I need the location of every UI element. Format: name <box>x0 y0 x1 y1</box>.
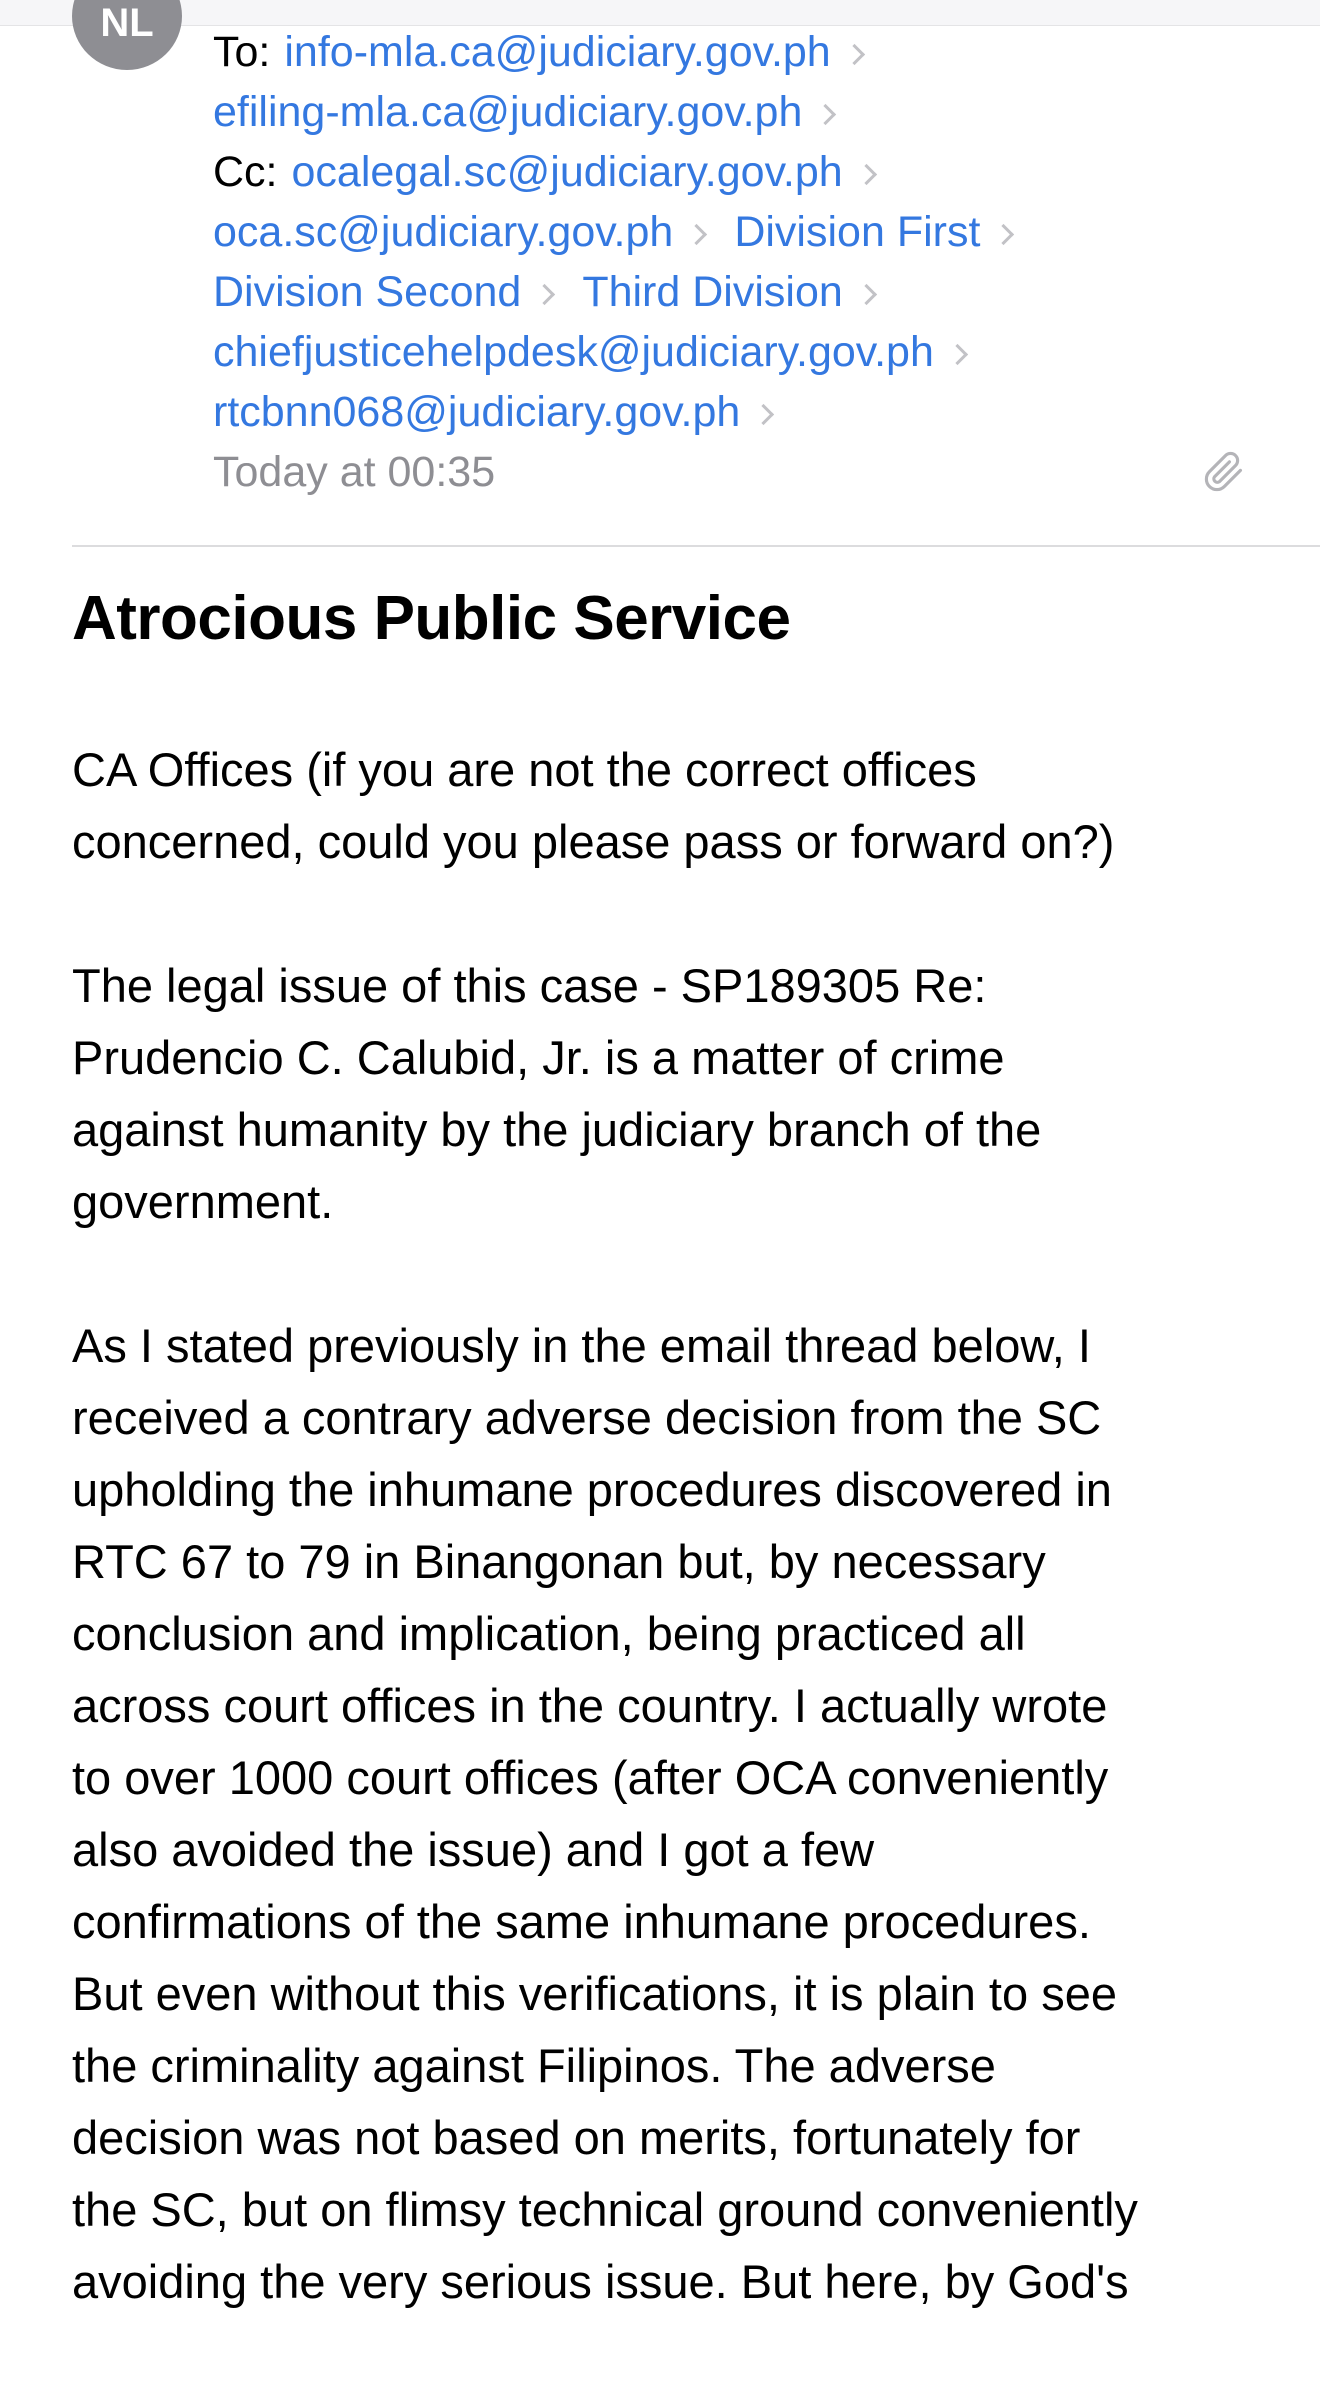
recipient-cc-3[interactable]: Division First <box>734 208 980 256</box>
recipient-cc-1[interactable]: ocalegal.sc@judiciary.gov.ph <box>292 148 843 196</box>
body-line: upholding the inhumane procedures discov… <box>72 1463 1112 1516</box>
recipient-cc-7[interactable]: rtcbnn068@judiciary.gov.ph <box>213 388 740 436</box>
recipient-line: To: info-mla.ca@judiciary.gov.ph <box>213 22 1273 82</box>
body-line: to over 1000 court offices (after OCA co… <box>72 1751 1109 1804</box>
chevron-right-icon[interactable] <box>843 43 865 66</box>
chevron-right-icon[interactable] <box>993 223 1015 246</box>
message-subject: Atrocious Public Service <box>72 584 791 653</box>
recipient-line: chiefjusticehelpdesk@judiciary.gov.ph <box>213 322 1273 382</box>
body-line: avoiding the very serious issue. But her… <box>72 2255 1129 2308</box>
body-paragraph: As I stated previously in the email thre… <box>72 1310 1282 2318</box>
cc-label: Cc: <box>213 148 278 196</box>
message-date: Today at 00:35 <box>213 448 496 496</box>
body-line: across court offices in the country. I a… <box>72 1679 1108 1732</box>
body-line: confirmations of the same inhumane proce… <box>72 1895 1091 1948</box>
body-line: As I stated previously in the email thre… <box>72 1319 1091 1372</box>
avatar-initials: NL <box>100 1 154 45</box>
recipient-cc-4[interactable]: Division Second <box>213 268 521 316</box>
body-line: concerned, could you please pass or forw… <box>72 815 1115 868</box>
body-line: But even without this verifications, it … <box>72 1967 1117 2020</box>
recipient-to-2[interactable]: efiling-mla.ca@judiciary.gov.ph <box>213 88 802 136</box>
body-line: against humanity by the judiciary branch… <box>72 1103 1042 1156</box>
body-line: received a contrary adverse decision fro… <box>72 1391 1102 1444</box>
chevron-right-icon[interactable] <box>815 103 837 126</box>
body-paragraph: The legal issue of this case - SP189305 … <box>72 950 1282 1238</box>
body-line: CA Offices (if you are not the correct o… <box>72 743 977 796</box>
body-line: RTC 67 to 79 in Binangonan but, by neces… <box>72 1535 1046 1588</box>
body-line: the SC, but on flimsy technical ground c… <box>72 2183 1138 2236</box>
body-line: Prudencio C. Calubid, Jr. is a matter of… <box>72 1031 1005 1084</box>
body-line: The legal issue of this case - SP189305 … <box>72 959 987 1012</box>
recipient-cc-5[interactable]: Third Division <box>582 268 842 316</box>
chevron-right-icon[interactable] <box>946 343 968 366</box>
paperclip-icon[interactable] <box>1203 451 1245 493</box>
body-line: the criminality against Filipinos. The a… <box>72 2039 996 2092</box>
chevron-right-icon[interactable] <box>855 283 877 306</box>
body-line: conclusion and implication, being practi… <box>72 1607 1026 1660</box>
recipient-line: Cc: ocalegal.sc@judiciary.gov.ph <box>213 142 1273 202</box>
recipients-block: To: info-mla.ca@judiciary.gov.ph efiling-… <box>213 22 1273 502</box>
body-line: also avoided the issue) and I got a few <box>72 1823 875 1876</box>
chevron-right-icon[interactable] <box>686 223 708 246</box>
message-body: CA Offices (if you are not the correct o… <box>72 734 1282 2390</box>
header-divider <box>72 545 1320 547</box>
recipient-cc-2[interactable]: oca.sc@judiciary.gov.ph <box>213 208 673 256</box>
body-paragraph: CA Offices (if you are not the correct o… <box>72 734 1282 878</box>
body-line: government. <box>72 1175 334 1228</box>
body-line: decision was not based on merits, fortun… <box>72 2111 1081 2164</box>
recipient-to-1[interactable]: info-mla.ca@judiciary.gov.ph <box>284 28 830 76</box>
recipient-cc-6[interactable]: chiefjusticehelpdesk@judiciary.gov.ph <box>213 328 934 376</box>
recipient-line: rtcbnn068@judiciary.gov.ph <box>213 382 1273 442</box>
chevron-right-icon[interactable] <box>855 163 877 186</box>
recipient-line: efiling-mla.ca@judiciary.gov.ph <box>213 82 1273 142</box>
recipient-line: oca.sc@judiciary.gov.ph Division First <box>213 202 1273 262</box>
to-label: To: <box>213 28 271 76</box>
sender-avatar[interactable]: NL <box>72 0 182 70</box>
chevron-right-icon[interactable] <box>753 403 775 426</box>
chevron-right-icon[interactable] <box>534 283 556 306</box>
recipient-line: Division Second Third Division <box>213 262 1273 322</box>
